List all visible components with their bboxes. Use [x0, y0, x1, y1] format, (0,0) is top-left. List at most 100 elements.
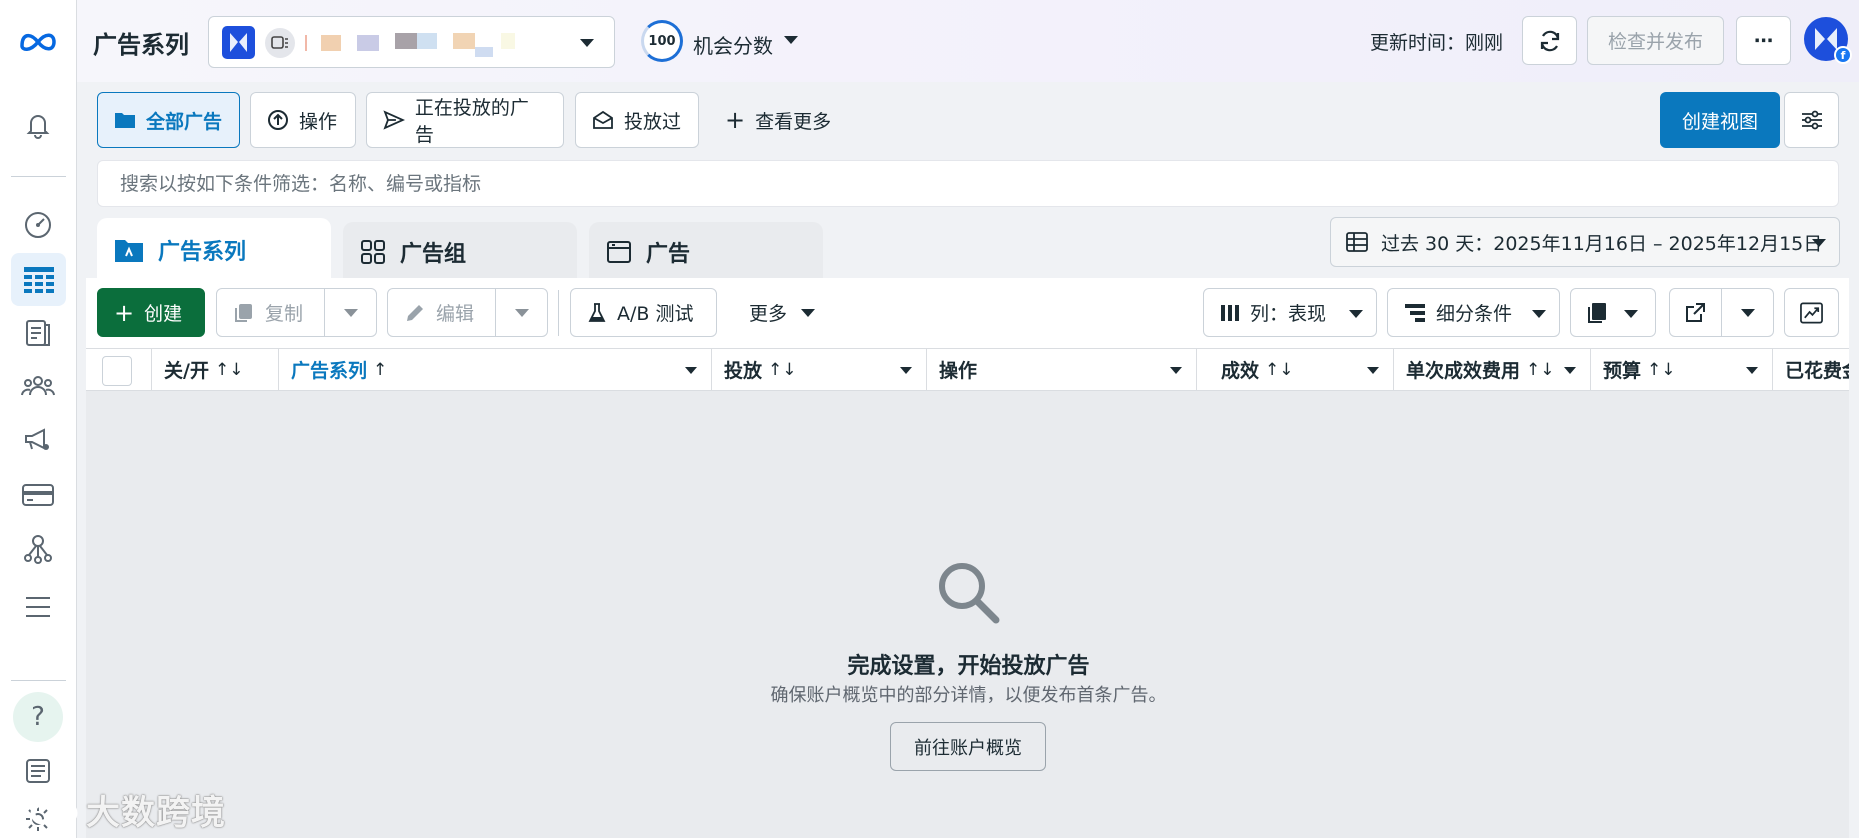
ad-account-selector[interactable]	[208, 16, 615, 68]
duplicate-button[interactable]: 复制	[217, 289, 324, 336]
column-header-campaign-name[interactable]: 广告系列 ↑	[279, 349, 712, 390]
column-header-toggle[interactable]: 关/开 ↑↓	[152, 349, 279, 390]
sort-icon: ↑↓	[1647, 359, 1676, 380]
export-dropdown[interactable]	[1721, 289, 1773, 336]
reports-icon[interactable]	[19, 314, 57, 352]
filter-active-ads-label: 正在投放的广告	[414, 97, 529, 146]
more-actions-button[interactable]: 更多	[733, 288, 833, 337]
export-button-group	[1669, 288, 1774, 337]
watermark-text: 大数跨境	[86, 793, 226, 833]
left-navigation: ?	[0, 0, 77, 838]
reports-dropdown-button[interactable]	[1570, 288, 1656, 337]
columns-label: 列：表现	[1250, 303, 1327, 325]
megaphone-settings-icon[interactable]	[19, 421, 57, 459]
create-button[interactable]: + 创建	[97, 288, 205, 337]
avatar[interactable]: f	[1804, 17, 1852, 64]
column-menu-caret-icon[interactable]	[1746, 367, 1758, 374]
column-header-label: 广告系列	[291, 360, 368, 382]
sort-icon: ↑↓	[214, 359, 244, 380]
chevron-down-icon	[1812, 239, 1826, 247]
column-menu-caret-icon[interactable]	[1170, 367, 1182, 374]
plus-icon: +	[114, 298, 135, 327]
redacted-account-name	[395, 33, 417, 49]
chevron-down-icon	[1349, 310, 1363, 318]
redacted-account-name	[321, 35, 341, 51]
tab-ad-sets[interactable]: 广告组	[343, 222, 577, 282]
see-more-label: 查看更多	[755, 110, 832, 133]
redacted-account-name	[357, 35, 379, 51]
redacted-account-name	[305, 35, 307, 51]
edit-button[interactable]: 编辑	[388, 289, 495, 336]
opportunity-score-gauge[interactable]: 100	[641, 20, 683, 62]
chevron-down-icon[interactable]	[784, 36, 798, 44]
ads-manager-table-icon[interactable]	[11, 253, 66, 306]
events-manager-icon[interactable]	[19, 530, 57, 568]
create-view-button[interactable]: 创建视图	[1660, 92, 1780, 148]
breakdown-button[interactable]: 细分条件	[1387, 288, 1560, 337]
watermark-icon	[11, 796, 78, 825]
column-select-all[interactable]	[86, 349, 152, 390]
tab-ad-sets-label: 广告组	[400, 242, 467, 267]
export-button[interactable]	[1670, 289, 1721, 336]
breakdown-label: 细分条件	[1436, 303, 1513, 325]
columns-button[interactable]: 列：表现	[1203, 288, 1377, 337]
opportunity-score-label[interactable]: 机会分数	[693, 30, 773, 59]
flask-icon	[588, 302, 606, 322]
chevron-down-icon	[801, 309, 815, 317]
more-options-button[interactable]: ⋯	[1736, 16, 1791, 65]
go-to-account-overview-button[interactable]: 前往账户概览	[890, 722, 1046, 771]
charts-button[interactable]	[1784, 288, 1839, 337]
filter-all-ads-label: 全部广告	[146, 110, 223, 133]
tab-campaigns-label: 广告系列	[158, 240, 247, 265]
column-header-cost-per-result[interactable]: 单次成效费用 ↑↓	[1394, 349, 1591, 390]
all-tools-menu-icon[interactable]	[19, 588, 57, 626]
search-magnifier-icon	[936, 560, 1002, 631]
date-range-picker[interactable]: 过去 30 天：2025年11月16日 – 2025年12月15日	[1330, 217, 1840, 267]
duplicate-icon	[235, 303, 252, 322]
audiences-icon[interactable]	[19, 367, 57, 405]
column-header-amount-spent[interactable]: 已花费金	[1773, 349, 1849, 390]
watermark-logo: 大数跨境	[10, 785, 226, 834]
edit-button-group: 编辑	[387, 288, 548, 337]
breakdown-icon	[1405, 303, 1425, 322]
duplicate-dropdown[interactable]	[324, 289, 376, 336]
chevron-down-icon	[1532, 310, 1546, 318]
filter-delivered[interactable]: 投放过	[575, 92, 699, 148]
select-all-checkbox[interactable]	[102, 356, 132, 386]
dashboard-icon[interactable]	[19, 206, 57, 244]
column-menu-caret-icon[interactable]	[900, 367, 912, 374]
column-menu-caret-icon[interactable]	[1367, 367, 1379, 374]
sort-icon: ↑↓	[1265, 359, 1294, 380]
refresh-button[interactable]	[1522, 16, 1577, 65]
column-header-actions[interactable]: 操作	[927, 349, 1197, 390]
search-bar[interactable]	[97, 160, 1839, 207]
ab-test-button[interactable]: A/B 测试	[570, 288, 717, 337]
edit-dropdown[interactable]	[495, 289, 547, 336]
filter-all-ads[interactable]: 全部广告	[97, 92, 240, 148]
more-actions-label: 更多	[749, 303, 788, 325]
see-more-filters[interactable]: + 查看更多	[709, 92, 849, 148]
tab-campaigns[interactable]: 广告系列	[97, 218, 331, 282]
review-and-publish-button[interactable]: 检查并发布	[1587, 16, 1724, 65]
redacted-account-name	[453, 33, 475, 49]
column-header-results[interactable]: 成效 ↑↓	[1197, 349, 1394, 390]
nav-divider	[11, 176, 66, 177]
column-menu-caret-icon[interactable]	[1564, 367, 1576, 374]
search-input[interactable]	[98, 161, 1838, 206]
filter-operations[interactable]: 操作	[250, 92, 356, 148]
column-header-delivery[interactable]: 投放 ↑↓	[712, 349, 927, 390]
billing-card-icon[interactable]	[19, 476, 57, 514]
view-settings-button[interactable]	[1784, 92, 1839, 148]
chevron-down-icon	[344, 309, 359, 317]
filter-operations-label: 操作	[299, 110, 338, 133]
column-header-budget[interactable]: 预算 ↑↓	[1591, 349, 1773, 390]
bell-icon[interactable]	[19, 106, 57, 144]
update-time-text: 更新时间：刚刚	[1370, 32, 1504, 54]
tab-ads[interactable]: 广告	[589, 222, 823, 282]
filter-active-ads[interactable]: 正在投放的广告	[366, 92, 564, 148]
ab-test-label: A/B 测试	[617, 303, 694, 325]
tab-ads-label: 广告	[646, 242, 691, 267]
column-menu-caret-icon[interactable]	[685, 367, 697, 374]
columns-icon	[1221, 304, 1239, 321]
meta-logo-icon[interactable]	[16, 22, 60, 60]
